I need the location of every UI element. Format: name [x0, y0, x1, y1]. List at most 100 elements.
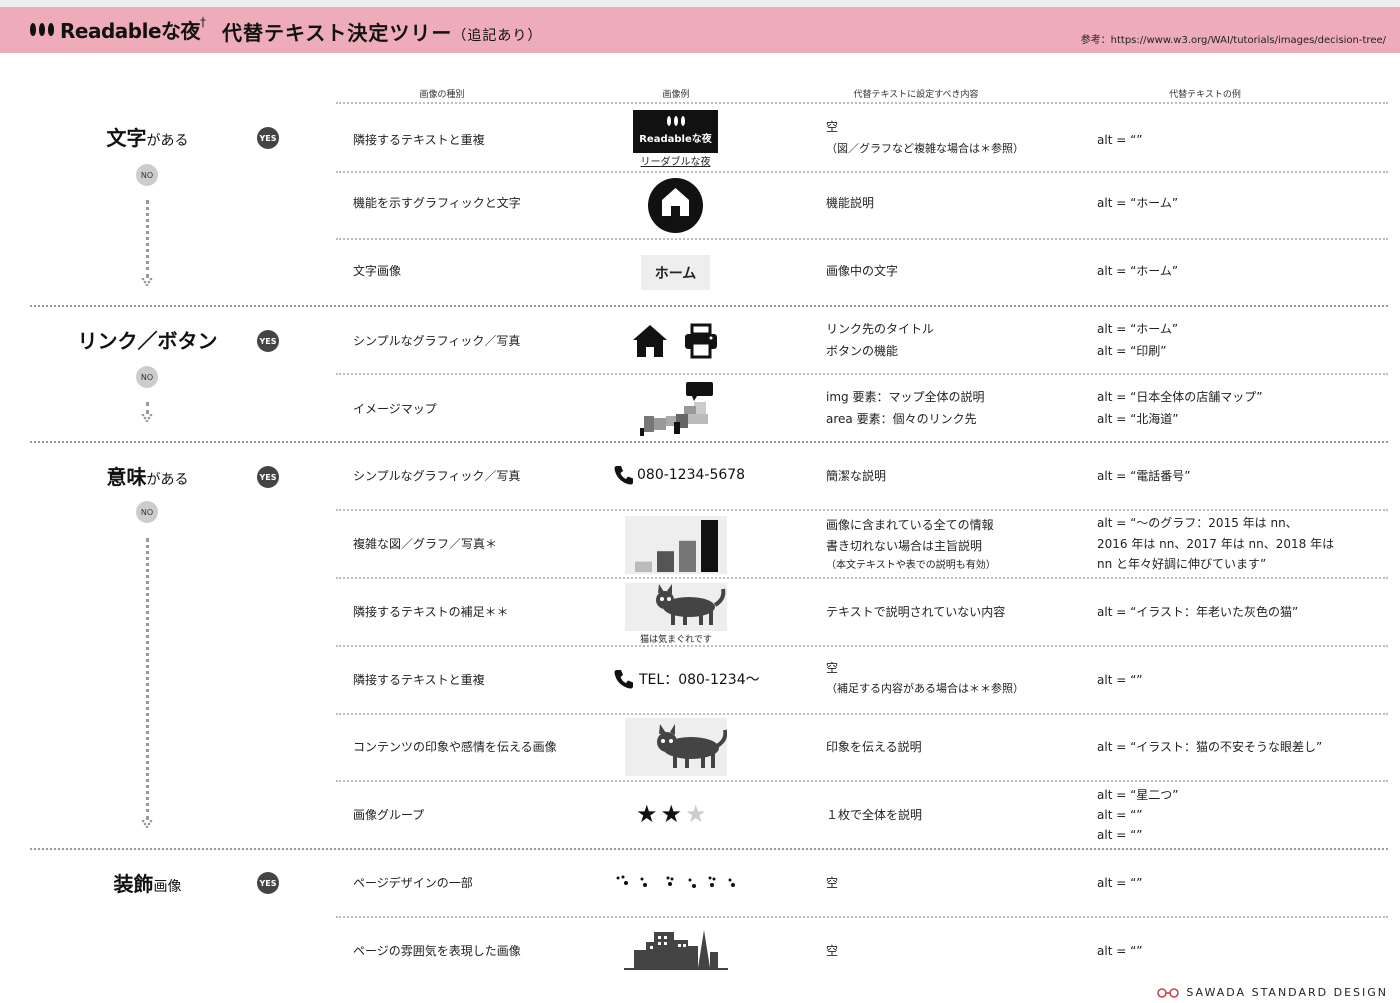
row-content: 機能説明 [826, 196, 875, 210]
row-content: 空 [826, 120, 839, 134]
row-type: 隣接するテキストと重複 [353, 673, 485, 687]
column-header-type: 画像の種別 [419, 90, 465, 100]
title-text: 代替テキスト決定ツリー [222, 21, 453, 45]
row-type: シンプルなグラフィック／写真 [353, 469, 521, 483]
readable-logo-image: Readableな夜 [633, 110, 718, 153]
home-icon [633, 325, 667, 357]
row-divider [336, 509, 1388, 511]
row-content-note: （本文テキストや表での説明も有効） [826, 560, 996, 571]
drops-icon [30, 23, 54, 36]
row-divider [336, 713, 1388, 715]
row-content: ボタンの機能 [826, 344, 899, 358]
header-divider [336, 102, 1388, 104]
yes-badge: YES [257, 872, 279, 894]
flow-line [146, 402, 149, 414]
bar-chart-image [625, 516, 727, 574]
row-alt: alt = “星二つ” [1097, 788, 1179, 802]
row-type: 文字画像 [353, 264, 402, 278]
row-content: 書き切れない場合は主旨説明 [826, 539, 983, 553]
cityscape-image [624, 930, 728, 970]
row-type: 隣接するテキストの補足＊＊ [353, 605, 509, 619]
phone-number-image: 080-1234-5678 [613, 464, 745, 486]
row-divider [336, 645, 1388, 647]
printer-icon [685, 323, 717, 359]
row-type: 画像グループ [353, 808, 425, 822]
no-badge: NO [136, 501, 158, 523]
row-alt: alt = “ホーム” [1097, 322, 1179, 336]
section-divider [30, 305, 1388, 307]
row-type: シンプルなグラフィック／写真 [353, 334, 521, 348]
star-icon: ★ [660, 800, 683, 828]
glasses-icon [1157, 987, 1180, 998]
no-badge: NO [136, 164, 158, 186]
row-alt: 2016 年は nn、2017 年は nn、2018 年は [1097, 537, 1335, 551]
arrow-down-icon [141, 278, 153, 286]
yes-badge: YES [257, 127, 279, 149]
row-type: ページの雰囲気を表現した画像 [353, 944, 521, 958]
star-icon: ★ [636, 800, 658, 828]
row-content: 印象を伝える説明 [826, 740, 922, 754]
japan-map-image [640, 382, 713, 436]
row-content: 画像中の文字 [826, 264, 899, 278]
row-content-note: （補足する内容がある場合は＊＊参照） [826, 682, 1024, 695]
top-strip [0, 0, 1400, 7]
category-meaning: 意味がある [106, 465, 189, 489]
row-content: area 要素：個々のリンク先 [826, 412, 977, 426]
chart-bar [679, 540, 696, 572]
row-divider [336, 171, 1388, 173]
row-alt: alt = “” [1097, 808, 1143, 822]
logo: Readableな夜 † [30, 15, 206, 44]
logo-caption: リーダブルな夜 [640, 157, 711, 168]
title-note: （追記あり） [452, 28, 543, 44]
row-alt: alt = “” [1097, 828, 1143, 842]
category-text: 文字がある [106, 126, 189, 150]
row-alt: alt = “イラスト：猫の不安そうな眼差し” [1097, 740, 1323, 754]
row-content: 簡潔な説明 [826, 469, 887, 483]
logo-text: Readableな夜 [60, 19, 201, 43]
footer-credit: SAWADA STANDARD DESIGN [1156, 986, 1388, 999]
row-alt: alt = “” [1097, 673, 1143, 687]
chart-bar [635, 561, 652, 572]
home-text-image: ホーム [641, 255, 710, 290]
row-divider [336, 780, 1388, 782]
row-content: 空 [826, 876, 839, 890]
star-icon: ★ [685, 800, 707, 828]
row-alt: alt = “〜のグラフ：2015 年は nn、 [1097, 516, 1298, 530]
cat-image [625, 583, 727, 631]
row-divider [336, 373, 1388, 375]
section-divider [30, 441, 1388, 443]
row-type: イメージマップ [353, 402, 437, 416]
row-alt: alt = “日本全体の店舗マップ” [1097, 390, 1263, 404]
section-divider [30, 848, 1388, 850]
column-header-alt: 代替テキストの例 [1169, 90, 1241, 100]
flow-line [146, 200, 149, 278]
column-header-example: 画像例 [662, 90, 690, 100]
category-link-button: リンク／ボタン [77, 329, 218, 353]
logo-mark: † [200, 14, 207, 29]
star-rating-image: ★ ★ ★ [636, 800, 707, 828]
column-header-content: 代替テキストに設定すべき内容 [853, 90, 979, 100]
row-content: １枚で全体を説明 [826, 808, 923, 822]
row-content: リンク先のタイトル [826, 322, 935, 336]
row-type: 複雑な図／グラフ／写真＊ [353, 537, 498, 551]
row-alt: alt = “” [1097, 133, 1143, 147]
cat-caption: 猫は気まぐれです [640, 635, 712, 645]
row-alt: alt = “北海道” [1097, 412, 1179, 426]
row-type: コンテンツの印象や感情を伝える画像 [353, 740, 557, 754]
cat-image [625, 718, 727, 776]
row-type: ページデザインの一部 [353, 876, 473, 890]
row-alt: alt = “イラスト：年老いた灰色の猫” [1097, 605, 1299, 619]
row-alt: alt = “” [1097, 944, 1143, 958]
reference-link[interactable]: 参考：https://www.w3.org/WAI/tutorials/imag… [1081, 31, 1386, 46]
header-bar: Readableな夜 † 代替テキスト決定ツリー（追記あり） 参考：https:… [0, 7, 1400, 53]
row-divider [336, 238, 1388, 240]
phone-icon [614, 466, 633, 485]
row-divider [336, 577, 1388, 579]
row-alt: alt = “ホーム” [1097, 264, 1179, 278]
row-type: 隣接するテキストと重複 [353, 133, 485, 147]
pawprint-decoration [616, 875, 735, 888]
arrow-down-icon [141, 820, 153, 828]
flow-line [146, 538, 149, 820]
page-title: 代替テキスト決定ツリー（追記あり） [222, 17, 542, 46]
row-content: 空 [826, 944, 839, 958]
